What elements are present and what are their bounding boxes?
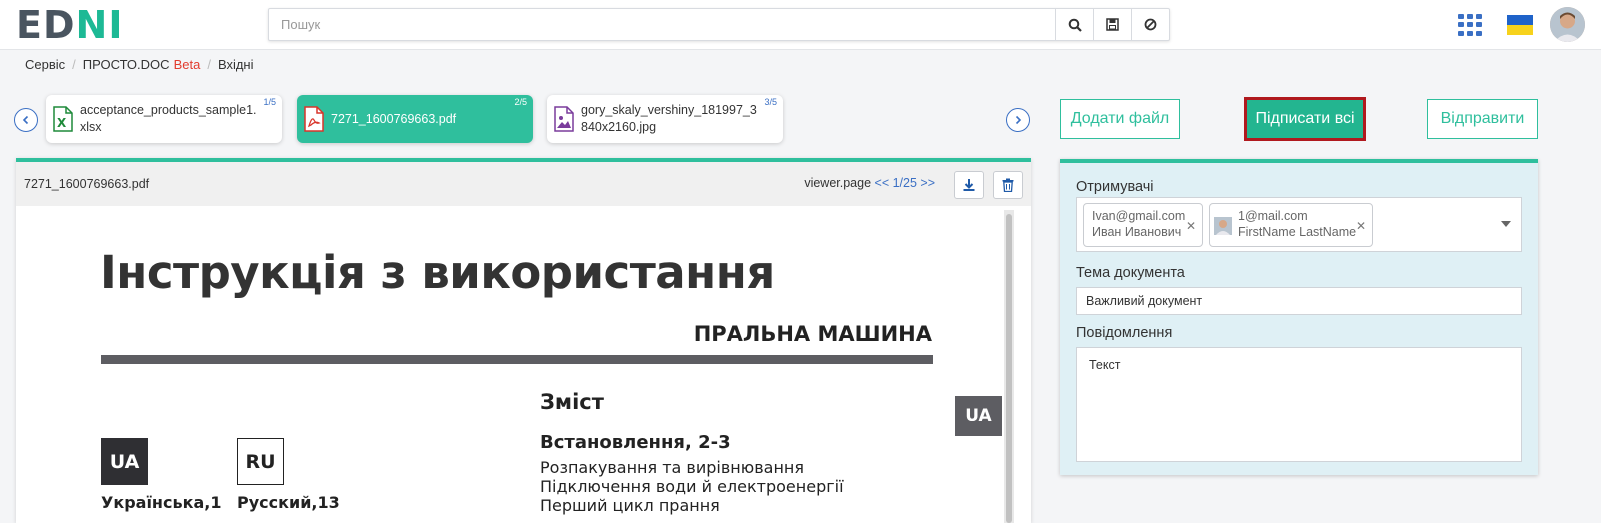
document-page: Інструкція з використання ПРАЛЬНА МАШИНА… bbox=[16, 210, 1002, 523]
pdf-file-icon bbox=[303, 105, 325, 133]
viewer-filename: 7271_1600769663.pdf bbox=[24, 177, 150, 191]
top-header: ED N I bbox=[0, 0, 1601, 50]
image-file-icon bbox=[553, 105, 575, 133]
clear-search-button[interactable] bbox=[1131, 9, 1169, 40]
document-divider bbox=[101, 355, 933, 364]
save-icon bbox=[1106, 18, 1119, 31]
recipient-avatar bbox=[1214, 217, 1232, 235]
logo-text-i: I bbox=[108, 3, 124, 47]
next-file-button[interactable] bbox=[1006, 108, 1030, 132]
document-viewer: 7271_1600769663.pdf viewer.page << 1/25 … bbox=[16, 158, 1031, 523]
lang-ru-box: RU bbox=[237, 438, 284, 485]
chevron-right-icon bbox=[1015, 115, 1022, 125]
file-name: gory_skaly_vershiny_181997_3840x2160.jpg bbox=[581, 103, 757, 134]
subject-label: Тема документа bbox=[1076, 265, 1185, 281]
file-counter: 3/5 bbox=[764, 97, 777, 107]
lang-ua-label: Українська,1 bbox=[101, 493, 222, 512]
pager-label: viewer.page bbox=[804, 176, 872, 190]
add-file-button[interactable]: Додати файл bbox=[1060, 99, 1180, 139]
file-name: 7271_1600769663.pdf bbox=[331, 111, 457, 126]
apps-grid-icon[interactable] bbox=[1458, 14, 1482, 36]
recipient-email: Ivan@gmail.com bbox=[1092, 209, 1186, 223]
ukraine-flag-icon[interactable] bbox=[1507, 15, 1533, 35]
recipient-chip[interactable]: Ivan@gmail.com Иван Иванович ✕ bbox=[1083, 203, 1203, 247]
chevron-left-icon bbox=[22, 115, 29, 125]
breadcrumb-prosto-doc[interactable]: ПРОСТО.DOC bbox=[83, 57, 170, 72]
lang-ua-box: UA bbox=[101, 438, 148, 485]
toc-section: Встановлення, 2-3 bbox=[540, 432, 731, 453]
recipient-name: Иван Иванович bbox=[1092, 225, 1182, 239]
viewer-toolbar: 7271_1600769663.pdf viewer.page << 1/25 … bbox=[16, 162, 1031, 206]
excel-file-icon: X bbox=[52, 105, 74, 133]
toc-item: Розпакування та вирівнювання bbox=[540, 458, 804, 477]
toc-item: Підключення води й електроенергії bbox=[540, 477, 844, 496]
recipient-email: 1@mail.com bbox=[1238, 209, 1308, 223]
dropdown-caret-icon[interactable] bbox=[1501, 221, 1511, 227]
logo-text-n: N bbox=[75, 3, 109, 47]
search-bar bbox=[268, 8, 1170, 41]
recipient-name: FirstName LastName bbox=[1238, 225, 1357, 239]
svg-text:X: X bbox=[57, 116, 67, 130]
pager-value[interactable]: << 1/25 >> bbox=[875, 176, 935, 190]
recipients-field[interactable]: Ivan@gmail.com Иван Иванович ✕ 1@mail.co… bbox=[1076, 197, 1522, 252]
save-search-button[interactable] bbox=[1093, 9, 1131, 40]
search-icon bbox=[1068, 18, 1082, 32]
ban-icon bbox=[1144, 18, 1157, 31]
breadcrumb-inbox[interactable]: Вхідні bbox=[218, 57, 254, 72]
prev-file-button[interactable] bbox=[14, 108, 38, 132]
toc-title: Зміст bbox=[540, 390, 604, 414]
file-counter: 2/5 bbox=[514, 97, 527, 107]
file-tab-xlsx[interactable]: X acceptance_products_sample1.xlsx 1/5 bbox=[46, 95, 282, 143]
search-button[interactable] bbox=[1055, 9, 1093, 40]
trash-icon bbox=[1002, 178, 1014, 192]
toc-item: Перший цикл прання bbox=[540, 496, 720, 515]
viewer-scrollbar[interactable] bbox=[1004, 210, 1014, 523]
message-label: Повідомлення bbox=[1076, 325, 1173, 341]
send-button[interactable]: Відправити bbox=[1427, 99, 1538, 139]
recipient-chip[interactable]: 1@mail.com FirstName LastName ✕ bbox=[1209, 203, 1373, 247]
document-title: Інструкція з використання bbox=[100, 246, 775, 299]
logo-text-ed: ED bbox=[16, 3, 76, 47]
file-counter: 1/5 bbox=[263, 97, 276, 107]
beta-badge: Beta bbox=[173, 57, 201, 72]
search-input[interactable] bbox=[269, 9, 1055, 40]
side-lang-tag: UA bbox=[955, 396, 1002, 436]
page-indicator: viewer.page << 1/25 >> bbox=[804, 176, 935, 190]
remove-recipient-icon[interactable]: ✕ bbox=[1356, 218, 1366, 234]
delete-button[interactable] bbox=[993, 171, 1023, 199]
message-textarea[interactable]: Текст bbox=[1076, 347, 1522, 462]
sign-all-button[interactable]: Підписати всі bbox=[1244, 97, 1366, 141]
send-panel: Отримувачі Ivan@gmail.com Иван Иванович … bbox=[1060, 159, 1538, 475]
scrollbar-thumb[interactable] bbox=[1006, 214, 1012, 523]
file-tab-jpg[interactable]: gory_skaly_vershiny_181997_3840x2160.jpg… bbox=[547, 95, 783, 143]
breadcrumb: Сервіс / ПРОСТО.DOC Beta / Вхідні bbox=[25, 57, 254, 72]
recipients-label: Отримувачі bbox=[1076, 179, 1154, 195]
breadcrumb-service[interactable]: Сервіс bbox=[25, 57, 65, 72]
download-icon bbox=[963, 179, 975, 191]
user-avatar[interactable] bbox=[1550, 7, 1585, 42]
document-subtitle: ПРАЛЬНА МАШИНА bbox=[693, 322, 932, 346]
remove-recipient-icon[interactable]: ✕ bbox=[1186, 218, 1196, 234]
file-tab-pdf[interactable]: 7271_1600769663.pdf 2/5 bbox=[297, 95, 533, 143]
subject-input[interactable]: Важливий документ bbox=[1076, 287, 1522, 315]
edin-logo[interactable]: ED N I bbox=[16, 3, 124, 47]
file-name: acceptance_products_sample1.xlsx bbox=[80, 103, 257, 134]
lang-ru-label: Русский,13 bbox=[237, 493, 340, 512]
download-button[interactable] bbox=[954, 171, 984, 199]
